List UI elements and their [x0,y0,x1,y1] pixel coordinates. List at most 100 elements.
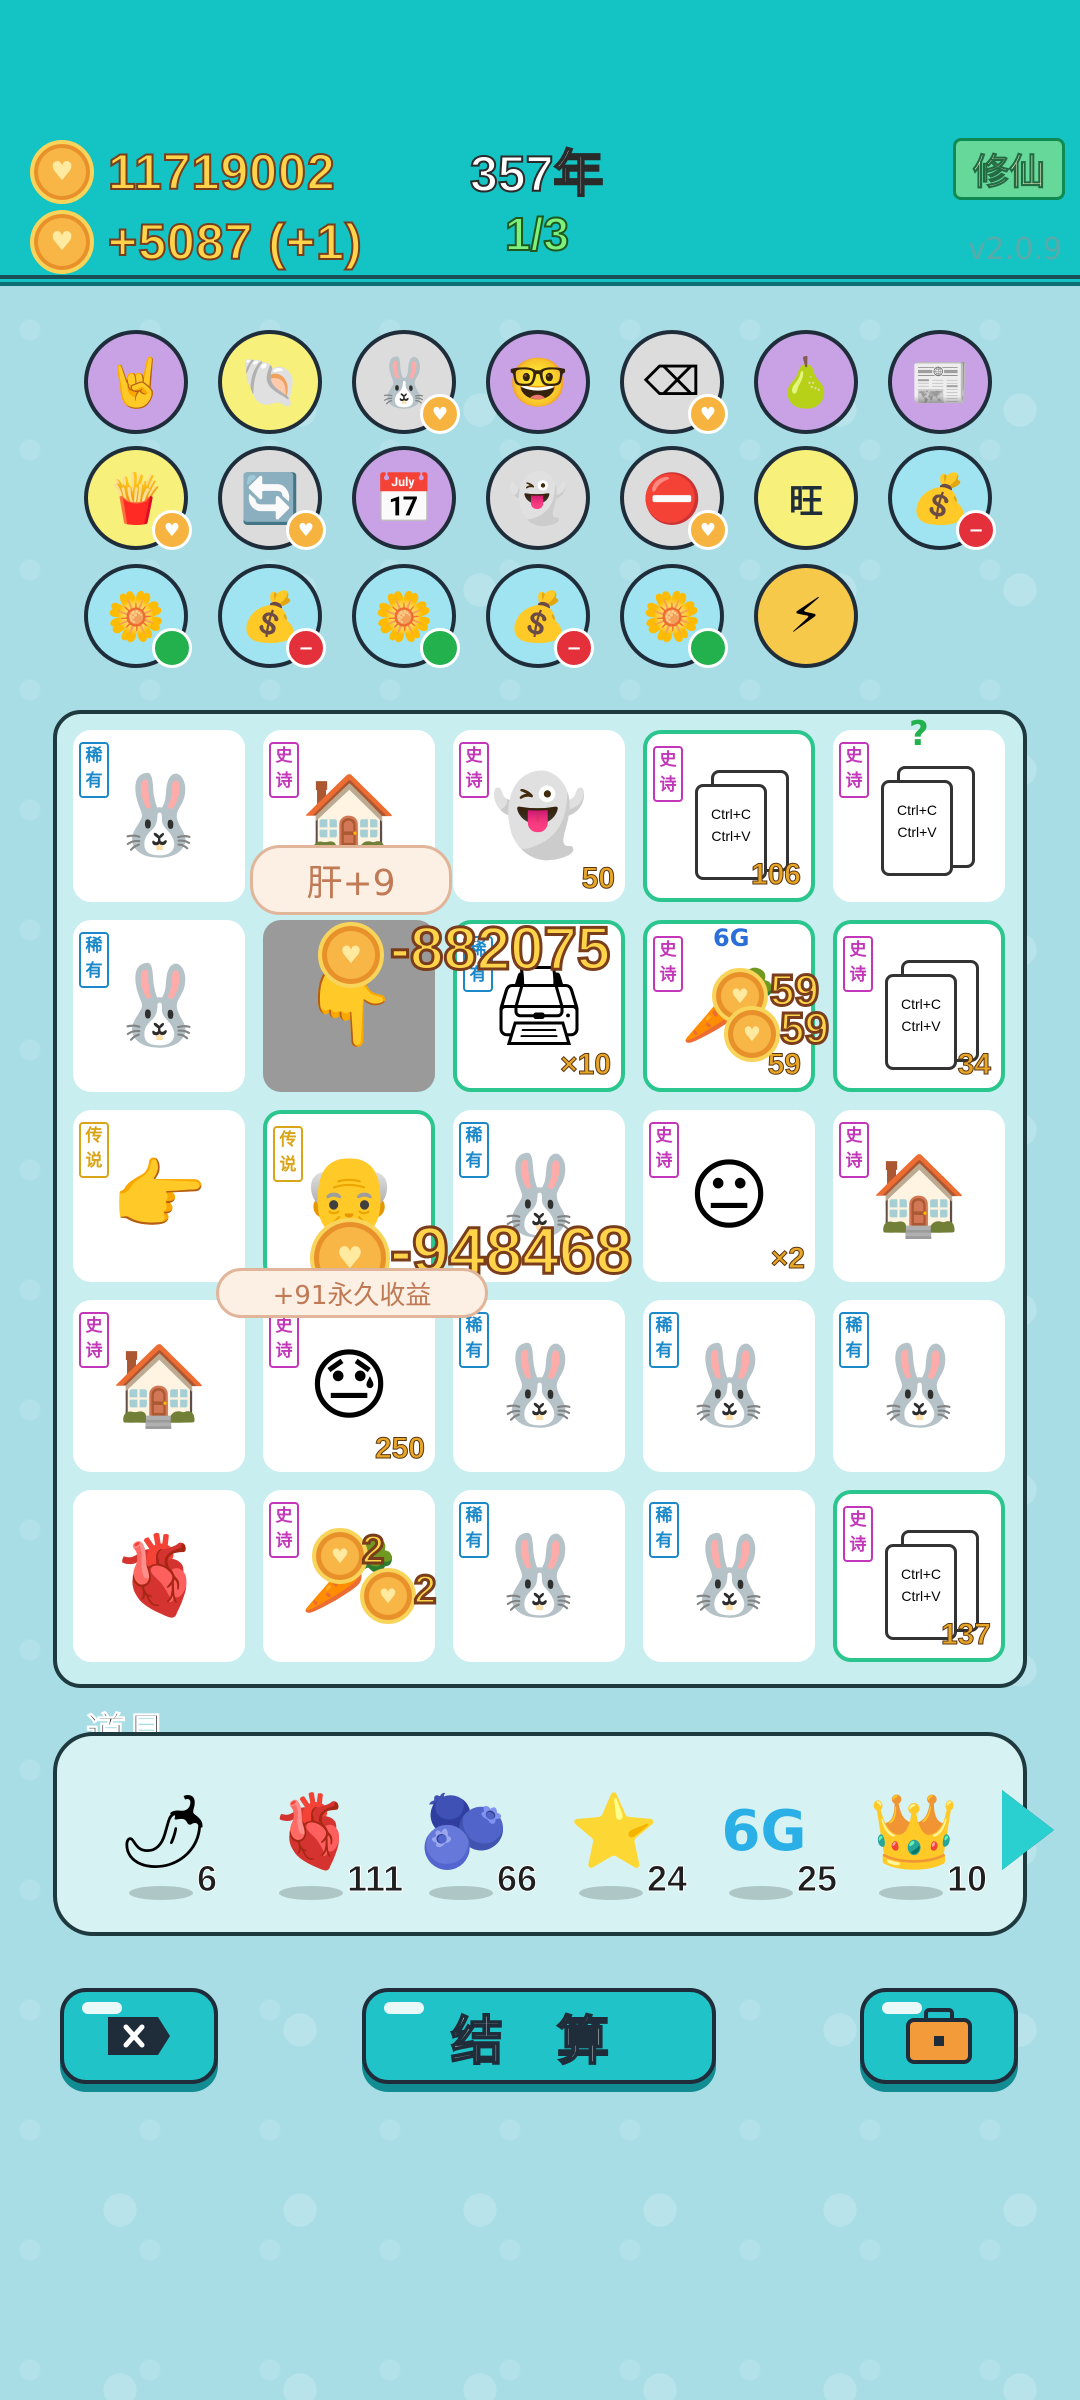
carrot2-gain-b: 2 [412,1567,437,1614]
income-bubble: +91永久收益 [216,1268,488,1318]
item-calendar-icon[interactable]: 📅 [352,446,456,550]
rarity-tag: 稀有 [459,1502,489,1558]
item-pomelo-icon[interactable]: 🍐 [754,330,858,434]
coin-icon: ♥ [318,922,384,988]
board-cell[interactable]: 🐰 稀有 [833,1300,1005,1472]
board-cell[interactable]: 🐰 稀有 [73,730,245,902]
board-cell[interactable]: 👉 传说 [73,1110,245,1282]
tool-count: 111 [346,1858,404,1900]
tool-item[interactable]: 🫐 66 [399,1776,549,1926]
item-flower-pot-icon[interactable]: 🌼 [620,564,728,668]
tool-count: 24 [646,1858,688,1900]
tool-item[interactable]: 🫀 111 [249,1776,404,1926]
board-cell[interactable]: 🐰 稀有 [453,1300,625,1472]
calendar-icon: 📅 [374,470,434,527]
header-divider [0,275,1080,279]
board-cell[interactable]: Ctrl+C Ctrl+V 史诗 137 [833,1490,1005,1662]
inventory-button[interactable] [860,1988,1018,2084]
settle-button[interactable]: 结 算 [362,1988,716,2084]
board-cell[interactable]: 😐 史诗 ×2 [643,1110,815,1282]
item-ghost-icon[interactable]: 👻 [486,446,590,550]
item-time-magazine-icon[interactable]: 📰 [888,330,992,434]
button-shine [82,2002,122,2014]
rarity-tag: 稀有 [649,1312,679,1368]
carrot-gain-b: 59 [779,1003,831,1055]
lightning-icon: ⚡ [789,588,823,644]
item-delete-key-icon[interactable]: ⌫ ♥ [620,330,728,434]
coin-icon: ♥ [30,210,94,274]
item-recycle-icon[interactable]: 🔄 ♥ [218,446,326,550]
item-flower-pot-icon[interactable]: 🌼 [84,564,192,668]
tool-item[interactable]: ⭐ 24 [549,1776,699,1926]
item-money-bag-icon[interactable]: 💰 − [218,564,326,668]
board-cell[interactable]: 🐰 稀有 [73,920,245,1092]
green-badge-icon [688,628,728,668]
rarity-tag: 稀有 [459,1312,489,1368]
board-cell[interactable]: 🏠 史诗 [73,1300,245,1472]
cell-counter: 137 [940,1618,991,1652]
item-shadow [279,1886,343,1900]
board-cell[interactable]: 🐰 稀有 [453,1490,625,1662]
copy-paste-icon: Ctrl+C Ctrl+V [881,766,977,876]
scroll-right-icon[interactable] [1002,1790,1054,1870]
cancel-button[interactable] [60,1988,218,2084]
minus-badge-icon: − [956,510,996,550]
green-badge-icon [152,628,192,668]
rarity-tag: 史诗 [269,1312,299,1368]
item-shell-icon[interactable]: 🐚 [218,330,322,434]
heart-badge-icon: ♥ [420,394,460,434]
coin-icon: ♥ [30,140,94,204]
6g-label: 6G [713,924,750,952]
rarity-tag: 史诗 [459,742,489,798]
board-cell[interactable]: Ctrl+C Ctrl+V 史诗 106 [643,730,815,902]
cell-counter: 50 [581,862,615,896]
gold-rate: +5087 (+1) [107,213,363,271]
rarity-tag: 史诗 [653,936,683,992]
xiuxian-button[interactable]: 修仙 [953,138,1065,200]
board-cell[interactable]: 🐰 稀有 [643,1300,815,1472]
tool-item[interactable]: 🌶 6 [99,1776,249,1926]
gold-total: 11719002 [107,143,336,201]
rarity-tag: 稀有 [79,932,109,988]
rarity-tag: 史诗 [653,746,683,802]
item-money-bag-icon[interactable]: 💰 − [486,564,594,668]
button-shine [882,2002,922,2014]
item-rock-hand-icon[interactable]: 🤘 [84,330,188,434]
item-lightning-icon[interactable]: ⚡ [754,564,858,668]
delete-key-icon [108,2017,170,2055]
cell-counter: 106 [750,858,801,892]
button-shine [384,2002,424,2014]
board-cell[interactable]: 😓 史诗 250 [263,1300,435,1472]
rarity-tag: 史诗 [843,936,873,992]
item-math-nerd-icon[interactable]: 🤓 [486,330,590,434]
rarity-tag: 史诗 [269,1502,299,1558]
tool-count: 25 [796,1858,838,1900]
briefcase-icon [906,2008,972,2064]
heart-badge-icon: ♥ [286,510,326,550]
item-wang-chars-icon[interactable]: 旺 [754,446,858,550]
item-money-bag-icon[interactable]: 💰 − [888,446,996,550]
item-flower-pot-icon[interactable]: 🌼 [352,564,460,668]
item-bunny-icon[interactable]: 🐰 ♥ [352,330,460,434]
board-cell[interactable]: Ctrl+C Ctrl+V 史诗 34 [833,920,1005,1092]
green-badge-icon [420,628,460,668]
year-counter: 357年 [469,145,604,203]
tool-count: 10 [946,1858,988,1900]
coin-icon: ♥ [724,1006,780,1062]
board-cell[interactable]: 👻 史诗 50 [453,730,625,902]
item-minus-sign-icon[interactable]: ⛔ ♥ [620,446,728,550]
rarity-tag: 史诗 [649,1122,679,1178]
board-cell[interactable]: 🏠 史诗 [833,1110,1005,1282]
tool-item[interactable]: 6G 25 [699,1776,849,1926]
item-shadow [729,1886,793,1900]
math-nerd-icon: 🤓 [508,354,568,411]
tool-item[interactable]: 👑 10 [849,1776,999,1926]
rock-hand-icon: 🤘 [106,354,166,411]
delete-key-icon: ⌫ [643,359,701,405]
board-cell[interactable]: 🐰 稀有 [643,1490,815,1662]
item-fries-icon[interactable]: 🍟 ♥ [84,446,192,550]
question-mark-icon: ? [909,714,929,754]
board-cell[interactable]: Ctrl+C Ctrl+V 史诗? [833,714,1005,902]
board-cell[interactable]: 🫀 [73,1490,245,1662]
cell-counter: ×2 [770,1242,805,1276]
